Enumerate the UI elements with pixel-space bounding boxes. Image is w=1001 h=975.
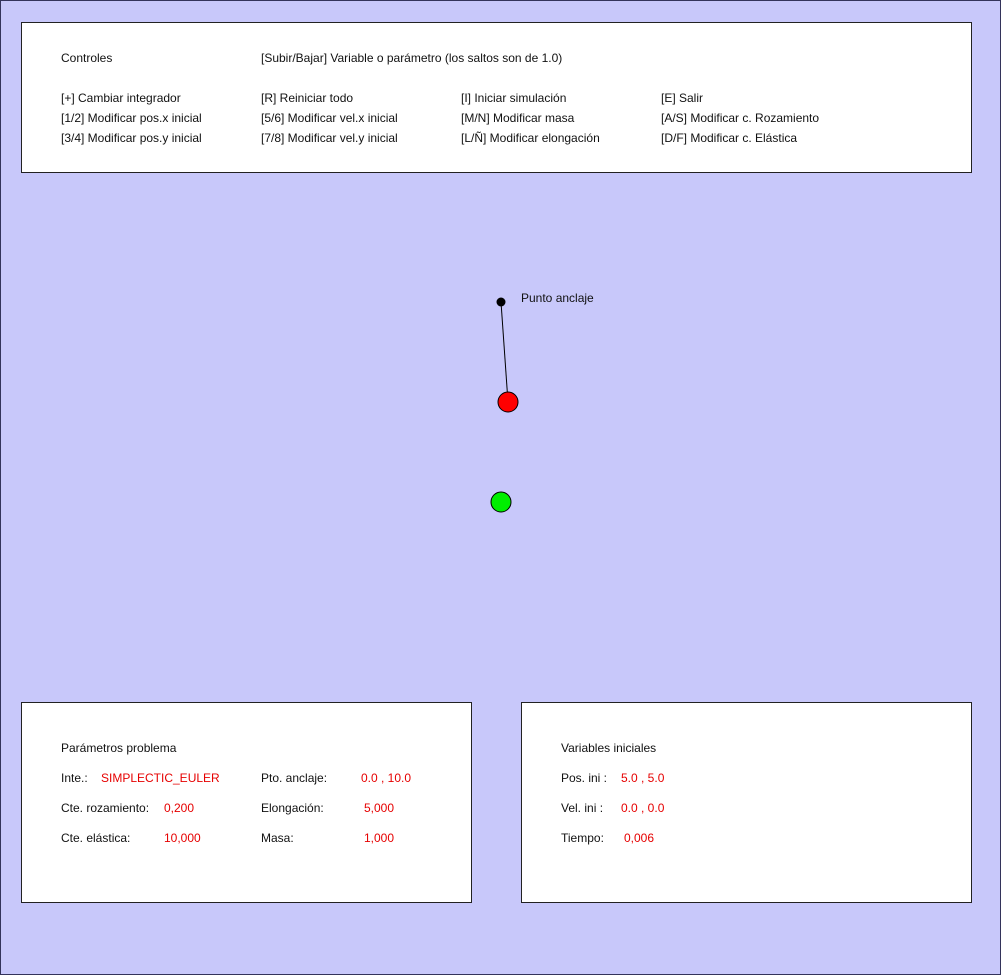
controls-hint: [Subir/Bajar] Variable o parámetro (los … bbox=[261, 51, 563, 65]
control-vel-y: [7/8] Modificar vel.y inicial bbox=[261, 131, 398, 145]
rest-position-ball bbox=[490, 491, 512, 513]
control-pos-x: [1/2] Modificar pos.x inicial bbox=[61, 111, 202, 125]
control-reset-all: [R] Reiniciar todo bbox=[261, 91, 354, 105]
integrator-value: SIMPLECTIC_EULER bbox=[101, 771, 220, 785]
control-pos-y: [3/4] Modificar pos.y inicial bbox=[61, 131, 202, 145]
elongation-value: 5,000 bbox=[364, 801, 395, 815]
anchor-point-label: Pto. anclaje: bbox=[261, 771, 328, 785]
control-start-simulation: [I] Iniciar simulación bbox=[461, 91, 567, 105]
spring-line bbox=[500, 301, 509, 403]
control-elastic: [D/F] Modificar c. Elástica bbox=[661, 131, 798, 145]
mass-label: Masa: bbox=[261, 831, 294, 845]
anchor-point bbox=[496, 297, 506, 307]
parameters-title: Parámetros problema bbox=[61, 741, 177, 755]
control-vel-x: [5/6] Modificar vel.x inicial bbox=[261, 111, 398, 125]
anchor-point-value: 0.0 , 10.0 bbox=[361, 771, 412, 785]
initial-velocity-value: 0.0 , 0.0 bbox=[621, 801, 665, 815]
integrator-label: Inte.: bbox=[61, 771, 88, 785]
mass-value: 1,000 bbox=[364, 831, 395, 845]
controls-title: Controles bbox=[61, 51, 113, 65]
time-label: Tiempo: bbox=[561, 831, 604, 845]
anchor-label: Punto anclaje bbox=[521, 291, 594, 305]
elongation-label: Elongación: bbox=[261, 801, 324, 815]
control-exit: [E] Salir bbox=[661, 91, 704, 105]
initial-position-label: Pos. ini : bbox=[561, 771, 608, 785]
elastic-label: Cte. elástica: bbox=[61, 831, 131, 845]
initial-variables-title: Variables iniciales bbox=[561, 741, 657, 755]
time-value: 0,006 bbox=[624, 831, 655, 845]
friction-value: 0,200 bbox=[164, 801, 195, 815]
controls-panel: Controles [Subir/Bajar] Variable o parám… bbox=[21, 22, 972, 173]
control-friction: [A/S] Modificar c. Rozamiento bbox=[661, 111, 820, 125]
parameters-panel: Parámetros problema Inte.: SIMPLECTIC_EU… bbox=[21, 702, 472, 903]
control-elongation: [L/Ñ] Modificar elongación bbox=[461, 131, 600, 145]
control-mass: [M/N] Modificar masa bbox=[461, 111, 575, 125]
initial-position-value: 5.0 , 5.0 bbox=[621, 771, 665, 785]
initial-velocity-label: Vel. ini : bbox=[561, 801, 604, 815]
initial-variables-panel: Variables iniciales Pos. ini : 5.0 , 5.0… bbox=[521, 702, 972, 903]
control-change-integrator: [+] Cambiar integrador bbox=[61, 91, 181, 105]
mass-ball bbox=[497, 391, 519, 413]
friction-label: Cte. rozamiento: bbox=[61, 801, 150, 815]
elastic-value: 10,000 bbox=[164, 831, 201, 845]
